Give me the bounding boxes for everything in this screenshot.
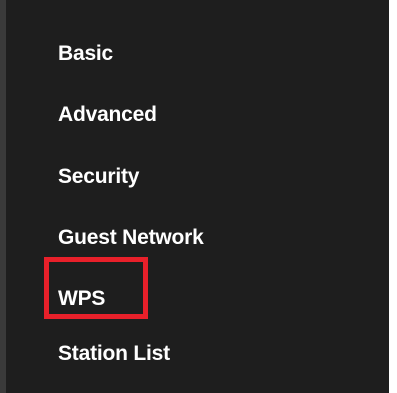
sidebar-item-basic[interactable]: Basic	[58, 42, 113, 66]
settings-sidebar-nav: Basic Advanced Security Guest Network WP…	[6, 0, 389, 393]
sidebar-right-margin	[389, 0, 397, 393]
sidebar-item-station-list[interactable]: Station List	[58, 342, 170, 366]
sidebar-item-security[interactable]: Security	[58, 165, 139, 189]
sidebar-item-wps[interactable]: WPS	[58, 287, 105, 311]
sidebar-item-guest-network[interactable]: Guest Network	[58, 226, 204, 250]
screenshot-frame: Basic Advanced Security Guest Network WP…	[0, 0, 397, 393]
sidebar-item-advanced[interactable]: Advanced	[58, 103, 157, 127]
